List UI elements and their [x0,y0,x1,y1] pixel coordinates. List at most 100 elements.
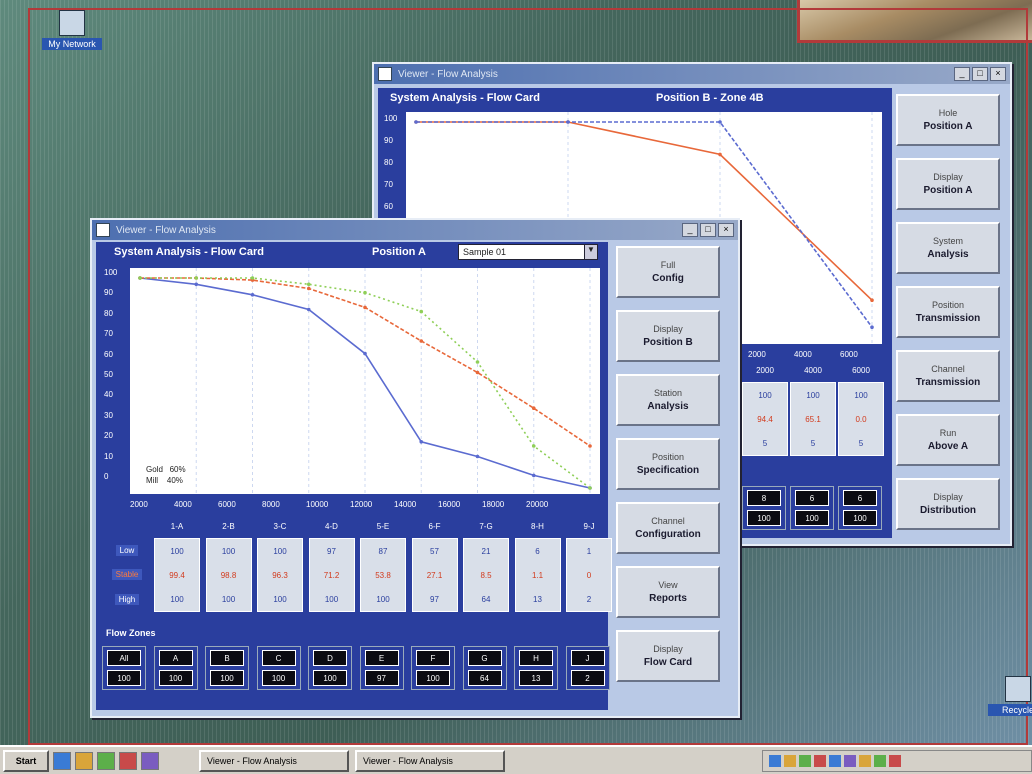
minimize-button[interactable]: _ [682,223,698,237]
side-button[interactable]: Channel Transmission [896,350,1000,402]
front-chart: Gold 60% Mill 40% [130,268,600,494]
tray-app-icon[interactable] [889,754,901,767]
tick-label: 6000 [218,500,236,509]
volume-icon[interactable] [784,754,796,767]
zone-block[interactable]: 6 100 [838,486,882,530]
close-button[interactable]: × [718,223,734,237]
taskbar-item[interactable]: Viewer - Flow Analysis [199,749,349,772]
cell-bot: 13 [533,594,542,604]
minimize-button[interactable]: _ [954,67,970,81]
data-point [475,370,480,375]
data-point [250,276,255,280]
side-button-caption: View [658,580,678,590]
side-button-label: Flow Card [643,657,693,668]
tick-label: 60 [384,202,393,211]
row-label: High [114,594,140,606]
cell-mid: 98.8 [220,570,237,580]
zone-block[interactable]: C 100 [256,646,301,690]
data-point [414,120,418,124]
zone-value: 100 [210,670,244,686]
value-cell: 97 71.2 100 [308,538,355,612]
tick-label: 100 [384,114,398,123]
browser-icon[interactable] [53,751,71,770]
tray-app-icon[interactable] [859,754,871,767]
zone-block[interactable]: D 100 [308,646,352,690]
side-button[interactable]: Station Analysis [616,374,720,426]
network-icon[interactable] [769,754,781,767]
zone-block[interactable]: H 13 [514,646,558,690]
zone-block[interactable]: E 97 [359,646,404,690]
zone-block[interactable]: 8 100 [742,486,786,530]
tick-label: 18000 [482,500,505,509]
cell-mid: 0.0 [855,414,867,424]
window-titlebar[interactable]: Viewer - Flow Analysis _ □ × [92,220,738,240]
data-point [363,351,367,356]
desktop-icon-network[interactable]: My Network [42,10,102,50]
desktop-icon-recycle[interactable]: Recycle [988,676,1032,716]
zone-block[interactable]: F 100 [411,646,455,690]
side-button[interactable]: Run Above A [896,414,1000,466]
side-button[interactable]: View Reports [616,566,720,618]
cell-bot: 2 [586,594,592,604]
panel-subtitle: Position B - Zone 4B [656,92,764,104]
zone-block[interactable]: 6 100 [790,486,834,530]
maximize-button[interactable]: □ [700,223,716,237]
side-button-caption: Station [653,388,683,398]
sample-select[interactable]: Sample 01 ▼ [458,244,598,260]
tick-label: 14000 [394,500,417,509]
side-button[interactable]: System Analysis [896,222,1000,274]
cell-top: 100 [221,546,236,556]
row-label: Low [115,544,139,556]
tick-label: 20 [104,431,113,441]
app-icon[interactable] [97,751,115,770]
tray-app-icon[interactable] [844,754,856,767]
side-button[interactable]: Display Position B [616,310,720,362]
side-button[interactable]: Channel Configuration [616,502,720,554]
settings-icon[interactable] [141,751,159,770]
side-button[interactable]: Display Flow Card [616,630,720,682]
cell-mid: 96.3 [272,570,288,580]
side-button[interactable]: Position Transmission [896,286,1000,338]
side-button[interactable]: Hole Position A [896,94,1000,146]
taskbar-item[interactable]: Viewer - Flow Analysis [355,749,505,772]
my-computer-icon [59,10,85,36]
side-button[interactable]: Display Position A [896,158,1000,210]
zone-block[interactable]: All 100 [102,646,146,690]
zone-block[interactable]: A 100 [153,646,198,690]
close-button[interactable]: × [990,67,1006,81]
cell-mid: 1.1 [531,570,544,580]
data-point [718,152,722,157]
data-point [475,360,480,364]
folder-icon[interactable] [75,751,93,770]
zone-value: 100 [416,670,450,686]
zone-block[interactable]: J2 [565,646,610,690]
tray-app-icon[interactable] [829,754,841,767]
side-button-label: Analysis [647,401,689,412]
value-cell: 100 0.0 5 [838,382,884,456]
cell-top: 100 [170,546,184,556]
cell-top: 97 [327,546,336,556]
cell-top: 57 [430,546,439,556]
zone-value: 100 [747,510,781,526]
side-button[interactable]: Display Distribution [896,478,1000,530]
zone-name: J [570,650,605,666]
window-titlebar[interactable]: Viewer - Flow Analysis _ □ × [374,64,1010,84]
tray-app-icon[interactable] [799,754,811,767]
media-icon[interactable] [119,751,137,770]
tick-label: 70 [104,329,113,339]
desktop-icon-label: My Network [42,38,102,50]
side-button[interactable]: Position Specification [616,438,720,490]
tick-label: 2000 [130,500,148,509]
zone-block[interactable]: B 100 [205,646,249,690]
zone-block[interactable]: G 64 [462,646,507,690]
column-header: 2000 [756,366,774,375]
value-cell: 100 65.1 5 [790,382,836,456]
maximize-button[interactable]: □ [972,67,988,81]
data-point [419,440,424,444]
side-button[interactable]: Full Config [616,246,720,298]
start-button[interactable]: Start [3,749,49,772]
front-window[interactable]: Viewer - Flow Analysis _ □ × System Anal… [90,218,740,718]
tray-app-icon[interactable] [814,754,826,767]
tray-app-icon[interactable] [874,754,886,767]
tick-label: 10000 [306,500,329,509]
